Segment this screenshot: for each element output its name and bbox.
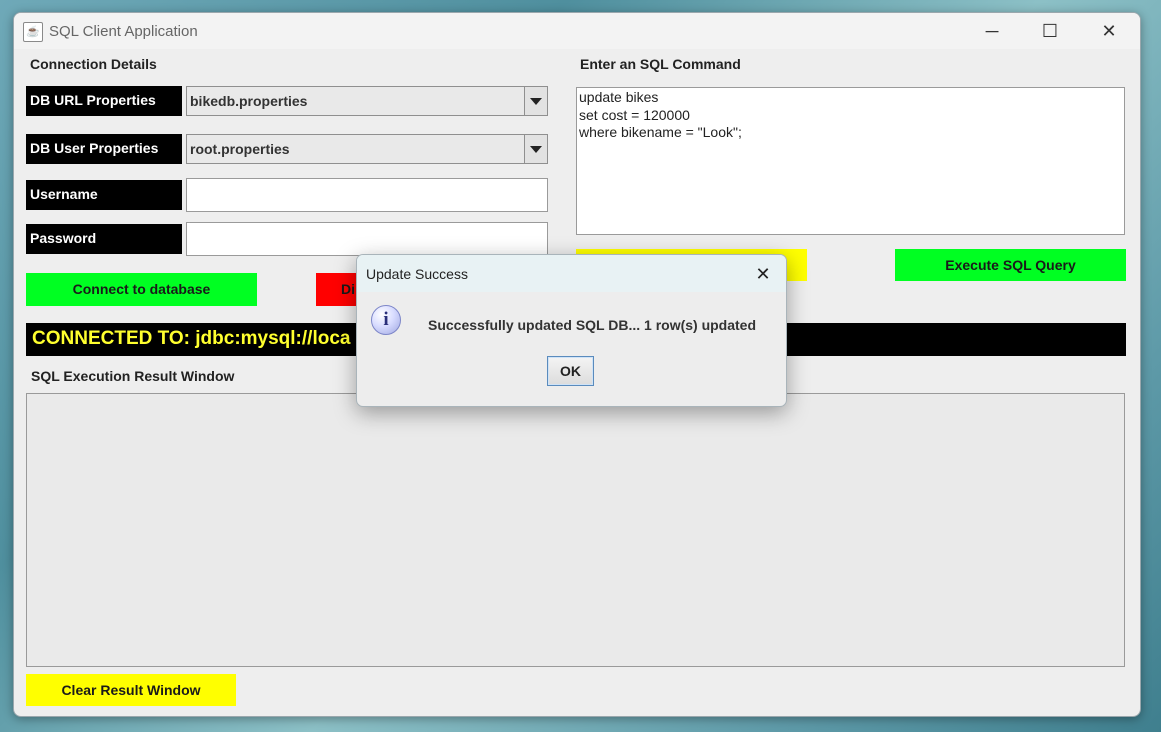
dialog-title-bar: Update Success ✕ [357, 255, 786, 292]
username-label: Username [26, 180, 182, 210]
clear-result-button[interactable]: Clear Result Window [26, 674, 236, 706]
db-url-label: DB URL Properties [26, 86, 182, 116]
sql-command-input[interactable]: update bikes set cost = 120000 where bik… [576, 87, 1125, 235]
db-user-label: DB User Properties [26, 134, 182, 164]
connection-details-heading: Connection Details [30, 56, 157, 72]
execute-sql-button[interactable]: Execute SQL Query [895, 249, 1126, 281]
java-app-icon: ☕ [23, 22, 43, 42]
dialog-title: Update Success [366, 266, 468, 282]
db-url-value: bikedb.properties [190, 93, 308, 109]
db-user-combobox[interactable]: root.properties [186, 134, 548, 164]
ok-button[interactable]: OK [547, 356, 594, 386]
window-title: SQL Client Application [49, 23, 198, 40]
password-field[interactable] [186, 222, 548, 256]
chevron-down-icon[interactable] [524, 87, 547, 115]
info-icon: i [371, 305, 401, 335]
maximize-button[interactable]: ☐ [1027, 17, 1073, 45]
dialog-close-button[interactable]: ✕ [751, 263, 775, 285]
dialog-message: Successfully updated SQL DB... 1 row(s) … [428, 317, 757, 333]
connect-button[interactable]: Connect to database [26, 273, 257, 306]
sql-command-heading: Enter an SQL Command [580, 56, 741, 72]
title-bar: ☕ SQL Client Application ─ ☐ ✕ [14, 13, 1140, 49]
password-label: Password [26, 224, 182, 254]
close-button[interactable]: ✕ [1086, 17, 1132, 45]
db-url-combobox[interactable]: bikedb.properties [186, 86, 548, 116]
update-success-dialog: Update Success ✕ i Successfully updated … [356, 254, 787, 407]
chevron-down-icon[interactable] [524, 135, 547, 163]
result-window[interactable] [26, 393, 1125, 667]
db-user-value: root.properties [190, 141, 290, 157]
result-window-heading: SQL Execution Result Window [31, 368, 235, 384]
minimize-button[interactable]: ─ [969, 17, 1015, 45]
username-field[interactable] [186, 178, 548, 212]
